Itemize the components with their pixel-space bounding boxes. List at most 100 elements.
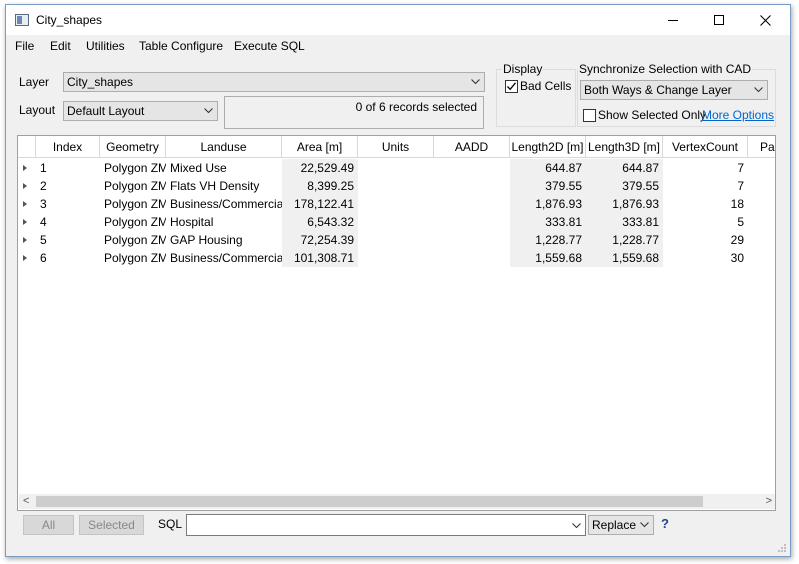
row-selector[interactable]	[18, 195, 36, 213]
column-header[interactable]: Par	[748, 136, 775, 158]
column-header[interactable]: VertexCount	[663, 136, 748, 158]
cell-units[interactable]	[358, 231, 434, 249]
cell-length2d[interactable]: 1,559.68	[510, 249, 586, 267]
cell-length3d[interactable]: 1,228.77	[586, 231, 663, 249]
cell-par[interactable]	[748, 195, 775, 213]
row-selector[interactable]	[18, 159, 36, 177]
cell-units[interactable]	[358, 249, 434, 267]
menu-execute-sql[interactable]: Execute SQL	[234, 39, 305, 53]
table-row[interactable]: 3 Polygon ZM Business/Commercial 178,122.41…	[18, 195, 775, 213]
all-button[interactable]: All	[23, 515, 74, 535]
cell-landuse[interactable]: GAP Housing	[166, 231, 282, 249]
cell-units[interactable]	[358, 177, 434, 195]
layer-select[interactable]: City_shapes	[63, 72, 485, 92]
expand-arrow-icon[interactable]	[23, 183, 27, 189]
cell-area[interactable]: 22,529.49	[282, 159, 358, 177]
cell-aadd[interactable]	[434, 159, 510, 177]
cell-landuse[interactable]: Hospital	[166, 213, 282, 231]
cell-area[interactable]: 101,308.71	[282, 249, 358, 267]
menu-table-configure[interactable]: Table Configure	[139, 39, 223, 53]
minimize-button[interactable]	[650, 5, 696, 35]
cell-area[interactable]: 6,543.32	[282, 213, 358, 231]
cell-par[interactable]	[748, 249, 775, 267]
cell-units[interactable]	[358, 159, 434, 177]
cell-area[interactable]: 72,254.39	[282, 231, 358, 249]
menu-utilities[interactable]: Utilities	[86, 39, 125, 53]
cell-landuse[interactable]: Flats VH Density	[166, 177, 282, 195]
cell-units[interactable]	[358, 213, 434, 231]
cell-par[interactable]	[748, 231, 775, 249]
cell-length2d[interactable]: 1,876.93	[510, 195, 586, 213]
cell-vertexcount[interactable]: 18	[663, 195, 748, 213]
cell-vertexcount[interactable]: 7	[663, 159, 748, 177]
cell-aadd[interactable]	[434, 177, 510, 195]
column-header[interactable]: Units	[358, 136, 434, 158]
cell-vertexcount[interactable]: 30	[663, 249, 748, 267]
column-header[interactable]: Geometry	[100, 136, 166, 158]
cell-aadd[interactable]	[434, 195, 510, 213]
horizontal-scrollbar[interactable]: < >	[19, 494, 775, 509]
column-header[interactable]: Length3D [m]	[586, 136, 663, 158]
cell-index[interactable]: 1	[36, 159, 100, 177]
help-icon[interactable]: ?	[661, 516, 669, 531]
menu-file[interactable]: File	[15, 39, 34, 53]
more-options-link[interactable]: More Options	[702, 108, 774, 122]
expand-arrow-icon[interactable]	[23, 255, 27, 261]
cell-aadd[interactable]	[434, 213, 510, 231]
cell-geometry[interactable]: Polygon ZM	[100, 249, 166, 267]
cell-geometry[interactable]: Polygon ZM	[100, 159, 166, 177]
column-header[interactable]: Length2D [m]	[510, 136, 586, 158]
cell-geometry[interactable]: Polygon ZM	[100, 213, 166, 231]
cell-index[interactable]: 4	[36, 213, 100, 231]
cell-length2d[interactable]: 1,228.77	[510, 231, 586, 249]
cell-par[interactable]	[748, 159, 775, 177]
cell-par[interactable]	[748, 177, 775, 195]
column-header[interactable]: Index	[36, 136, 100, 158]
cell-index[interactable]: 6	[36, 249, 100, 267]
sql-input[interactable]	[186, 514, 586, 536]
cell-geometry[interactable]: Polygon ZM	[100, 195, 166, 213]
row-selector[interactable]	[18, 231, 36, 249]
cell-length3d[interactable]: 1,559.68	[586, 249, 663, 267]
close-button[interactable]	[742, 5, 788, 35]
cell-units[interactable]	[358, 195, 434, 213]
cell-length3d[interactable]: 644.87	[586, 159, 663, 177]
row-selector[interactable]	[18, 249, 36, 267]
table-row[interactable]: 2 Polygon ZM Flats VH Density 8,399.25 379.5…	[18, 177, 775, 195]
cell-length2d[interactable]: 333.81	[510, 213, 586, 231]
maximize-button[interactable]	[696, 5, 742, 35]
show-selected-checkbox[interactable]	[583, 109, 596, 122]
cell-index[interactable]: 2	[36, 177, 100, 195]
cell-vertexcount[interactable]: 29	[663, 231, 748, 249]
row-selector[interactable]	[18, 177, 36, 195]
row-selector[interactable]	[18, 213, 36, 231]
cell-landuse[interactable]: Business/Commercial	[166, 195, 282, 213]
table-row[interactable]: 1 Polygon ZM Mixed Use 22,529.49 644.87 644.8…	[18, 159, 775, 177]
cell-vertexcount[interactable]: 7	[663, 177, 748, 195]
cell-length3d[interactable]: 379.55	[586, 177, 663, 195]
cell-landuse[interactable]: Business/Commercial	[166, 249, 282, 267]
table-row[interactable]: 4 Polygon ZM Hospital 6,543.32 333.81 333.81 5	[18, 213, 775, 231]
column-header[interactable]: Landuse	[166, 136, 282, 158]
scrollbar-thumb[interactable]	[36, 496, 703, 507]
expand-arrow-icon[interactable]	[23, 201, 27, 207]
layout-select[interactable]: Default Layout	[63, 101, 218, 121]
table-row[interactable]: 6 Polygon ZM Business/Commercial 101,308.71…	[18, 249, 775, 267]
column-header[interactable]: AADD	[434, 136, 510, 158]
scroll-left-icon[interactable]: <	[23, 496, 29, 507]
resize-grip-icon[interactable]	[777, 543, 787, 553]
cell-landuse[interactable]: Mixed Use	[166, 159, 282, 177]
selected-button[interactable]: Selected	[79, 515, 144, 535]
cell-index[interactable]: 3	[36, 195, 100, 213]
cell-index[interactable]: 5	[36, 231, 100, 249]
expand-arrow-icon[interactable]	[23, 219, 27, 225]
cell-aadd[interactable]	[434, 249, 510, 267]
cell-length2d[interactable]: 644.87	[510, 159, 586, 177]
cell-par[interactable]	[748, 213, 775, 231]
expand-arrow-icon[interactable]	[23, 237, 27, 243]
sync-mode-select[interactable]: Both Ways & Change Layer	[580, 80, 768, 100]
cell-length2d[interactable]: 379.55	[510, 177, 586, 195]
column-header[interactable]: Area [m]	[282, 136, 358, 158]
cell-length3d[interactable]: 333.81	[586, 213, 663, 231]
cell-area[interactable]: 8,399.25	[282, 177, 358, 195]
